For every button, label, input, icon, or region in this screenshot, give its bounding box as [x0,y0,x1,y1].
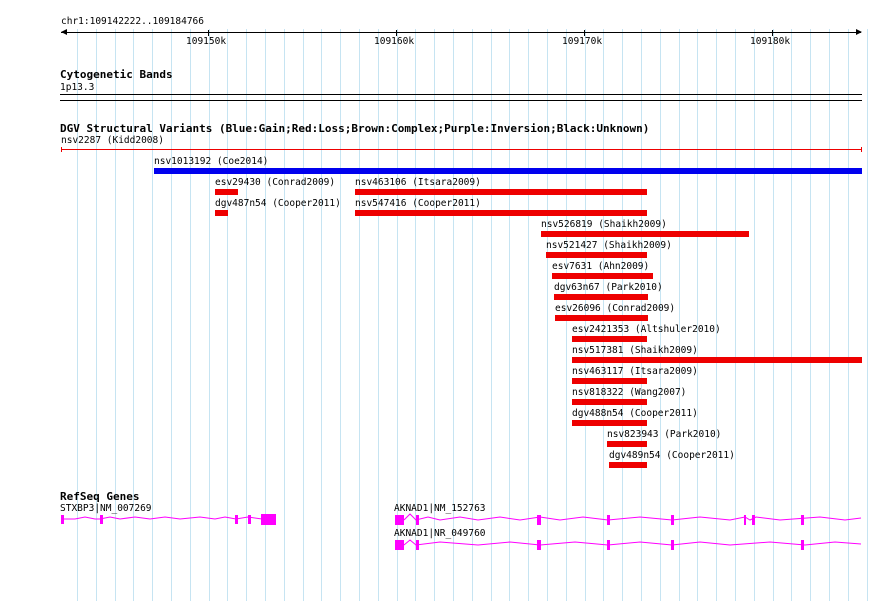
genome-browser-panel: chr1:109142222..109184766 109150k 109160… [0,0,890,601]
gene-exon [607,540,610,550]
gene-exon [537,540,541,550]
gene-exon [671,540,674,550]
gene-exon [395,540,404,550]
gene-model-aknad1-nr[interactable] [0,0,890,601]
gene-exon [801,540,804,550]
gene-exon [416,540,419,550]
